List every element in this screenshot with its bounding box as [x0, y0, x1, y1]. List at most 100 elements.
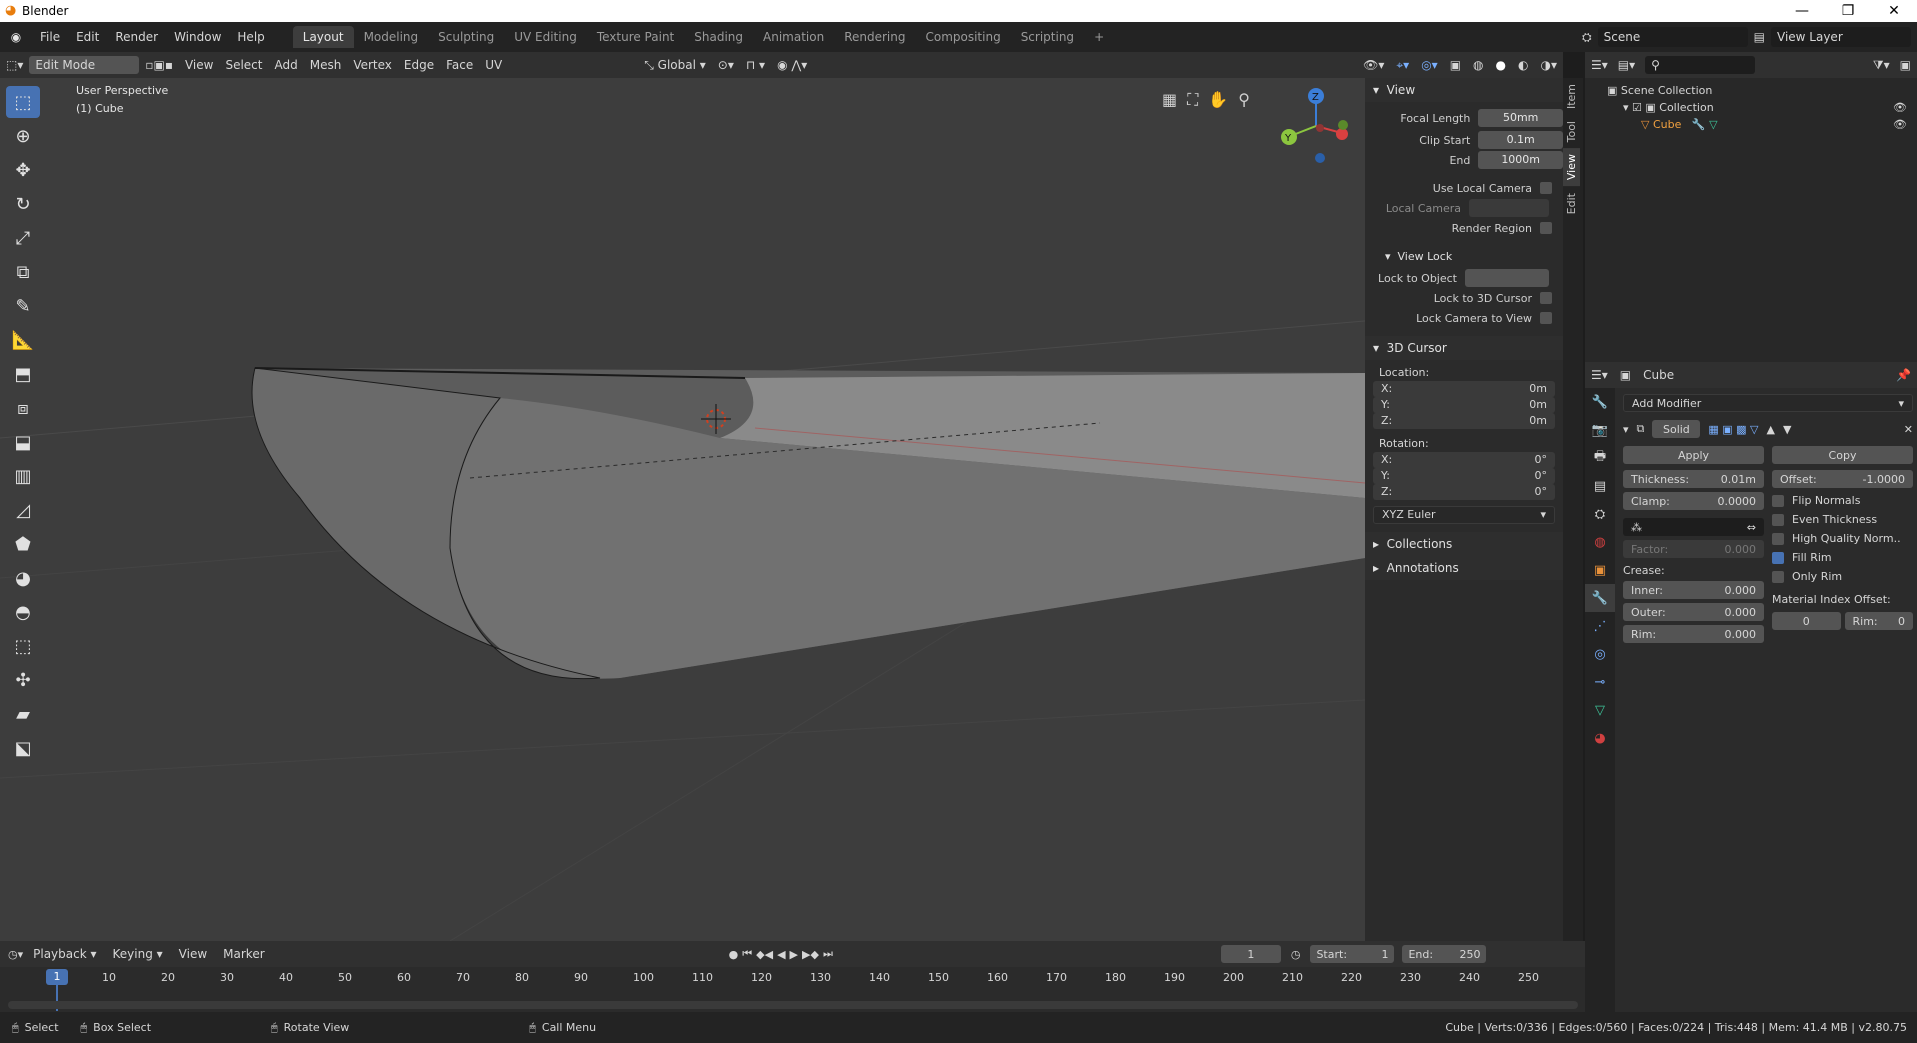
visibility-icon[interactable]: 👁▾: [1357, 58, 1390, 72]
collapse-modifier-icon[interactable]: ▾: [1623, 423, 1629, 436]
menu-add[interactable]: Add: [269, 58, 304, 72]
object-properties-icon[interactable]: ▣: [1585, 556, 1615, 584]
select-box-tool-icon[interactable]: ⬚: [6, 86, 40, 118]
crease-rim-field[interactable]: Rim: 0.000: [1623, 625, 1764, 643]
measure-tool-icon[interactable]: 📐: [6, 324, 40, 356]
collections-panel-header[interactable]: ▸ Collections: [1365, 532, 1563, 556]
current-frame-field[interactable]: 1: [1220, 945, 1281, 963]
menu-uv[interactable]: UV: [479, 58, 508, 72]
start-frame-field[interactable]: Start: 1: [1310, 945, 1395, 963]
timeline-editor-type-icon[interactable]: ◷▾: [8, 948, 23, 961]
flip-normals-row[interactable]: Flip Normals: [1772, 494, 1913, 507]
menu-view[interactable]: View: [179, 58, 219, 72]
physics-properties-icon[interactable]: ◎: [1585, 640, 1615, 668]
gizmo-toggle-icon[interactable]: ⌖▾: [1390, 58, 1415, 73]
outliner-editor-type-icon[interactable]: ☰▾: [1591, 58, 1608, 72]
menu-file[interactable]: File: [32, 30, 68, 44]
outliner-search-input[interactable]: ⚲: [1645, 56, 1756, 74]
only-rim-checkbox[interactable]: [1772, 570, 1784, 583]
menu-vertex[interactable]: Vertex: [347, 58, 398, 72]
keying-menu[interactable]: Keying ▾: [107, 947, 169, 961]
loop-cut-tool-icon[interactable]: ▥: [6, 460, 40, 492]
select-mode-icons[interactable]: ▫▣▪: [139, 58, 179, 72]
high-quality-normals-checkbox[interactable]: [1772, 532, 1784, 545]
fill-rim-checkbox[interactable]: [1772, 551, 1784, 564]
cursor-rotation-z-field[interactable]: Z: 0°: [1373, 484, 1555, 500]
menu-render[interactable]: Render: [107, 30, 166, 44]
jump-to-keyframe-forward-icon[interactable]: ▶◆: [802, 948, 819, 961]
camera-view-icon[interactable]: ⛶: [1187, 90, 1198, 110]
orientation-selector[interactable]: ⤡ Global ▾: [638, 58, 712, 73]
tool-properties-icon[interactable]: 🔧: [1585, 388, 1615, 416]
menu-help[interactable]: Help: [229, 30, 272, 44]
new-collection-icon[interactable]: ▣: [1900, 58, 1911, 72]
timeline-view-menu[interactable]: View: [173, 947, 213, 961]
edge-slide-tool-icon[interactable]: ⬚: [6, 630, 40, 662]
even-thickness-row[interactable]: Even Thickness: [1772, 513, 1913, 526]
close-button[interactable]: ✕: [1871, 0, 1917, 22]
pin-icon[interactable]: 📌: [1896, 368, 1911, 382]
move-down-icon[interactable]: ▼: [1783, 423, 1791, 436]
shading-material-icon[interactable]: ◐: [1512, 58, 1534, 72]
cursor-location-x-field[interactable]: X: 0m: [1373, 381, 1555, 397]
auto-keying-icon[interactable]: ●: [729, 948, 739, 961]
material-rim-field[interactable]: Rim: 0: [1844, 612, 1913, 630]
overlay-toggle-icon[interactable]: ◎▾: [1415, 58, 1444, 72]
clip-start-field[interactable]: 0.1m: [1478, 131, 1563, 149]
factor-field[interactable]: Factor: 0.000: [1623, 540, 1764, 558]
clamp-field[interactable]: Clamp: 0.0000: [1623, 492, 1764, 510]
menu-select[interactable]: Select: [219, 58, 268, 72]
minimize-button[interactable]: —: [1779, 0, 1825, 22]
playback-menu[interactable]: Playback ▾: [27, 947, 102, 961]
material-properties-icon[interactable]: ◕: [1585, 724, 1615, 752]
tab-scripting[interactable]: Scripting: [1011, 26, 1084, 48]
rotation-mode-dropdown[interactable]: XYZ Euler ▾: [1373, 506, 1555, 524]
material-offset-field[interactable]: 0: [1772, 612, 1841, 630]
render-properties-icon[interactable]: 📷: [1585, 416, 1615, 444]
menu-edit[interactable]: Edit: [68, 30, 107, 44]
outliner-row-collection[interactable]: ▾ ☑ ▣ Collection 👁: [1585, 97, 1917, 114]
scene-icon[interactable]: ⛭: [1576, 30, 1598, 45]
editor-type-icon[interactable]: ⬚▾: [0, 58, 29, 72]
flip-normals-checkbox[interactable]: [1772, 494, 1784, 507]
shear-tool-icon[interactable]: ▰: [6, 698, 40, 730]
crease-inner-field[interactable]: Inner: 0.000: [1623, 581, 1764, 599]
view-panel-header[interactable]: ▾ View: [1365, 78, 1563, 102]
eye-icon[interactable]: 👁: [1893, 118, 1907, 131]
toggle-perspective-icon[interactable]: ▦: [1162, 90, 1177, 110]
data-properties-icon[interactable]: ▽: [1585, 696, 1615, 724]
timeline-scrollbar[interactable]: [8, 1001, 1578, 1009]
output-properties-icon[interactable]: 🖶: [1585, 444, 1615, 472]
tab-shading[interactable]: Shading: [684, 26, 753, 48]
spin-tool-icon[interactable]: ◕: [6, 562, 40, 594]
move-up-icon[interactable]: ▲: [1767, 423, 1775, 436]
annotations-panel-header[interactable]: ▸ Annotations: [1365, 556, 1563, 580]
modifier-properties-icon[interactable]: 🔧: [1585, 584, 1615, 612]
marker-menu[interactable]: Marker: [217, 947, 270, 961]
zoom-view-icon[interactable]: ⚲: [1238, 90, 1250, 110]
remove-modifier-icon[interactable]: ✕: [1904, 423, 1913, 436]
outliner-row-cube[interactable]: ▽ Cube 🔧 ▽ 👁: [1585, 114, 1917, 131]
jump-to-keyframe-back-icon[interactable]: ◆◀: [756, 948, 773, 961]
scene-selector[interactable]: Scene: [1597, 27, 1748, 47]
tab-texture-paint[interactable]: Texture Paint: [587, 26, 684, 48]
tab-view[interactable]: View: [1563, 148, 1580, 187]
modifier-name-field[interactable]: Solid: [1652, 420, 1701, 438]
tab-edit[interactable]: Edit: [1563, 187, 1580, 220]
menu-mesh[interactable]: Mesh: [304, 58, 348, 72]
view-layer-icon[interactable]: ▤: [1748, 30, 1771, 44]
constraints-properties-icon[interactable]: ⊸: [1585, 668, 1615, 696]
preview-range-icon[interactable]: ◷: [1291, 948, 1301, 961]
shading-wireframe-icon[interactable]: ◍: [1467, 58, 1489, 72]
proportional-edit-icon[interactable]: ◉ ⋀▾: [771, 58, 813, 72]
high-quality-normals-row[interactable]: High Quality Norm..: [1772, 532, 1913, 545]
shading-rendered-icon[interactable]: ◑▾: [1535, 58, 1564, 72]
eye-icon[interactable]: 👁: [1893, 101, 1907, 114]
poly-build-tool-icon[interactable]: ⬟: [6, 528, 40, 560]
crease-outer-field[interactable]: Outer: 0.000: [1623, 603, 1764, 621]
only-rim-row[interactable]: Only Rim: [1772, 570, 1913, 583]
properties-editor-type-icon[interactable]: ☰▾: [1591, 368, 1608, 382]
cursor-tool-icon[interactable]: ⊕: [6, 120, 40, 152]
even-thickness-checkbox[interactable]: [1772, 513, 1784, 526]
lock-to-object-field[interactable]: [1465, 269, 1549, 287]
